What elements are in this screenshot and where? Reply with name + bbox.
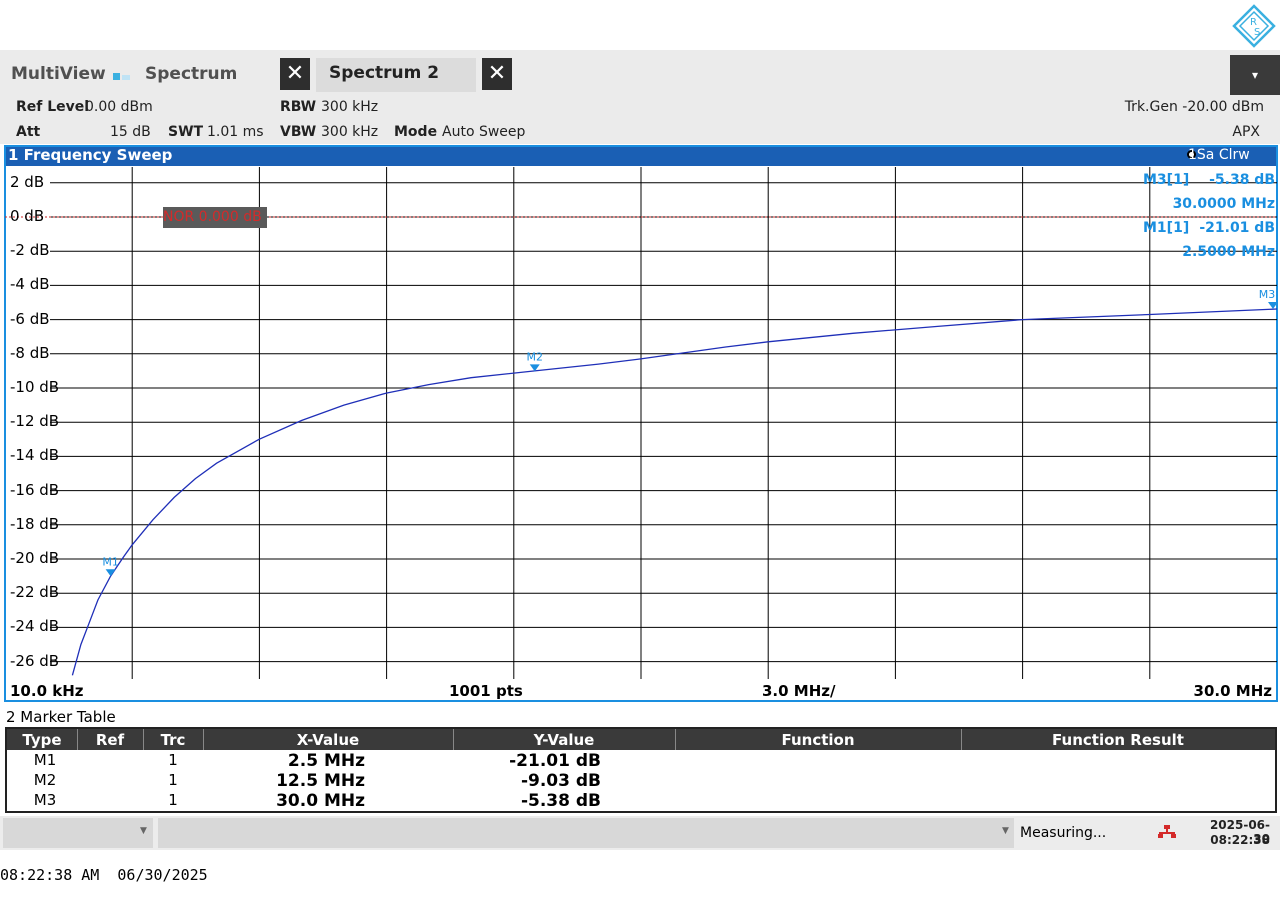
marker-type-cell: M1 (33, 751, 57, 769)
marker-x-value-cell: 2.5 MHz (287, 751, 365, 771)
stop-frequency: 30.0 MHz (1193, 682, 1272, 700)
multiview-icon (113, 67, 131, 80)
mode-value: Auto Sweep (442, 124, 526, 140)
marker-info-m3-freq: 30.0000 MHz (1172, 196, 1275, 212)
y-tick-label: -2 dB (10, 241, 50, 260)
y-tick-label: -24 dB (10, 617, 60, 636)
apx-indicator: APX (1232, 124, 1260, 140)
y-tick-label: -18 dB (10, 514, 60, 533)
marker-trace-cell: 1 (168, 771, 178, 789)
marker-table-header-function-result: Function Result (1052, 731, 1184, 749)
header-separator (143, 729, 144, 750)
vbw-value: 300 kHz (321, 124, 379, 140)
marker-table-header-function: Function (781, 731, 855, 749)
y-tick-label: 2 dB (10, 172, 45, 191)
marker-y-value-cell: -21.01 dB (509, 751, 601, 771)
status-dropdown-1[interactable] (3, 818, 153, 848)
marker-trace-cell: 1 (168, 751, 178, 769)
att-label: Att (16, 124, 41, 140)
marker-y-value-cell: -9.03 dB (520, 771, 601, 791)
rbw-value: 300 kHz (321, 99, 379, 115)
y-tick-label: -10 dB (10, 378, 60, 396)
ref-level-label: Ref Level (16, 99, 90, 115)
svg-text:S: S (1254, 27, 1260, 38)
y-tick-label: -4 dB (10, 275, 50, 294)
marker-info-m1-freq: 2.5000 MHz (1182, 244, 1275, 260)
tab-multiview[interactable]: MultiView (11, 64, 106, 84)
dropdown-menu-button[interactable]: ▾ (1230, 55, 1280, 95)
marker-table-header-ref: Ref (95, 731, 125, 749)
y-tick-label: -8 dB (10, 343, 50, 362)
marker-x-value-cell: 30.0 MHz (276, 791, 365, 811)
header-separator (453, 729, 454, 750)
rohde-schwarz-logo: R S (1232, 4, 1276, 48)
marker-info-m1-value: -21.01 dB (1199, 220, 1275, 236)
rbw-label: RBW (280, 99, 317, 115)
start-frequency: 10.0 kHz (10, 682, 84, 700)
network-icon (1158, 825, 1176, 838)
sweep-points: 1001 pts (449, 682, 523, 700)
marker-table-header-trc: Trc (160, 731, 186, 749)
mode-label: Mode (394, 124, 438, 140)
y-tick-label: -20 dB (10, 549, 60, 567)
marker-trace-cell: 1 (168, 791, 178, 809)
swt-value: 1.01 ms (207, 124, 264, 140)
marker-type-cell: M2 (33, 771, 57, 789)
status-text: Measuring... (1020, 825, 1107, 841)
chevron-down-icon: ▼ (1002, 826, 1009, 836)
close-spectrum-tab-button[interactable]: ✕ (280, 58, 310, 90)
y-tick-label: -14 dB (10, 446, 60, 465)
header-separator (961, 729, 962, 750)
y-tick-label: -6 dB (10, 309, 50, 328)
status-dropdown-2[interactable] (158, 818, 1014, 848)
marker-table-header-x-value: X-Value (296, 731, 360, 749)
nor-label: NOR 0.000 dB (163, 209, 262, 225)
marker-table-title: 2 Marker Table (6, 708, 116, 726)
marker-x-value-cell: 12.5 MHz (276, 771, 365, 791)
y-tick-label: 0 dB (10, 207, 45, 225)
y-tick-label: -22 dB (10, 583, 60, 602)
header-separator (675, 729, 676, 750)
status-time: 08:22:38 (1210, 833, 1270, 847)
y-tick-label: -12 dB (10, 412, 60, 431)
chevron-down-icon: ▼ (140, 826, 147, 836)
header-separator (203, 729, 204, 750)
marker-info-m3-label: M3[1] (1143, 172, 1190, 188)
close-spectrum-2-tab-button[interactable]: ✕ (482, 58, 512, 90)
att-value: 15 dB (110, 124, 151, 140)
y-tick-label: -26 dB (10, 651, 60, 670)
marker-y-value-cell: -5.38 dB (520, 791, 601, 811)
y-tick-label: -16 dB (10, 480, 60, 499)
ref-level-value: 0.00 dBm (85, 99, 153, 115)
marker-info-m1-label: M1[1] (1143, 220, 1190, 236)
marker-info-m3-value: -5.38 dB (1209, 172, 1275, 188)
tab-spectrum-2-label: Spectrum 2 (329, 63, 440, 83)
marker-table-header-type: Type (22, 731, 62, 749)
tab-spectrum[interactable]: Spectrum (145, 64, 237, 84)
swt-label: SWT (168, 124, 204, 140)
marker-table-header-y-value: Y-Value (533, 731, 595, 749)
vbw-label: VBW (280, 124, 317, 140)
tracking-generator-level: Trk.Gen -20.00 dBm (1124, 99, 1264, 115)
header-separator (77, 729, 78, 750)
diagram-frame (4, 145, 1278, 702)
frequency-per-division: 3.0 MHz/ (762, 682, 836, 700)
screenshot-timestamp: 08:22:38 AM 06/30/2025 (0, 866, 208, 884)
marker-type-cell: M3 (33, 791, 57, 809)
